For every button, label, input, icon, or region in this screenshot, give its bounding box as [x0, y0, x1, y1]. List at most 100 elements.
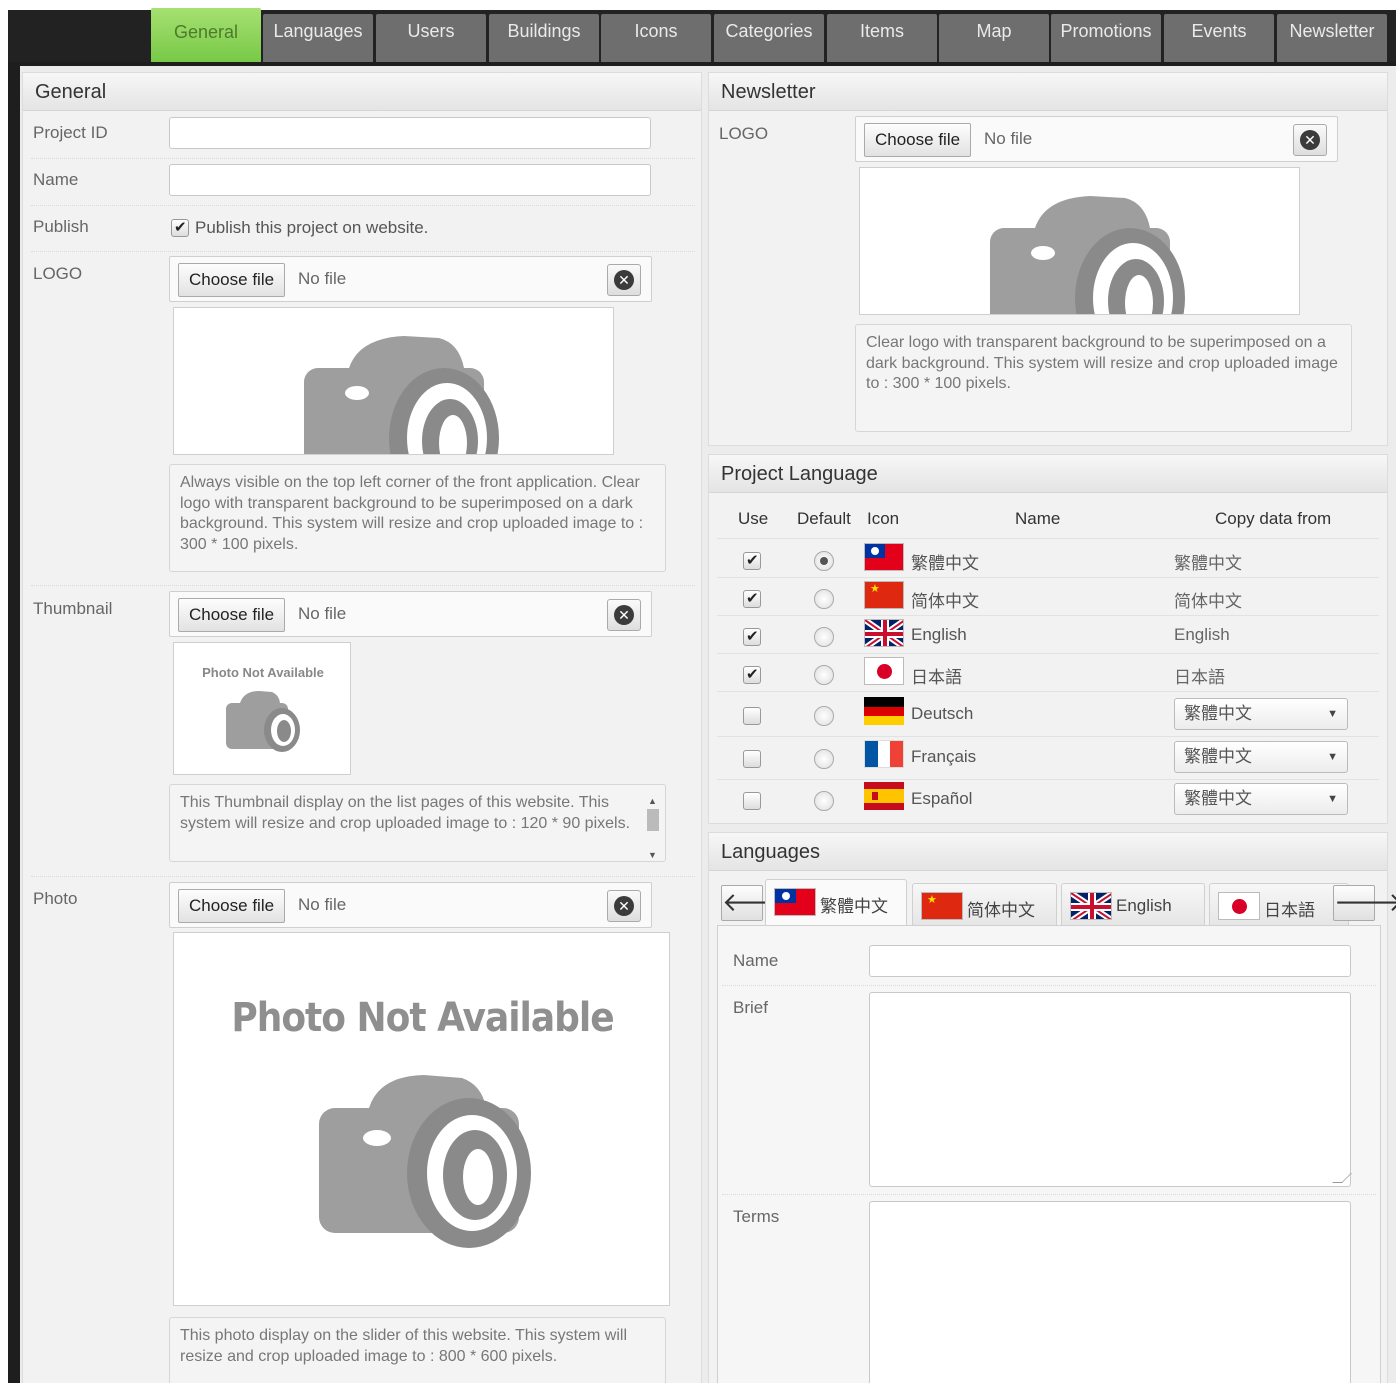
photo-choose-file-button[interactable]: Choose file: [178, 889, 286, 923]
copy-from-value: 繁體中文: [1174, 554, 1242, 573]
divider: [31, 251, 695, 252]
scroll-down-icon[interactable]: ▼: [648, 845, 657, 866]
newsletter-logo-label: LOGO: [719, 124, 769, 143]
divider: [31, 876, 695, 877]
lang-tab-english[interactable]: English: [1061, 883, 1205, 925]
newsletter-logo-file-input: Choose file No file ✕: [855, 116, 1338, 162]
tab-events[interactable]: Events: [1164, 14, 1274, 62]
lang-name-input[interactable]: [869, 945, 1351, 977]
divider: [717, 736, 1379, 737]
project-language-panel-title: Project Language: [709, 455, 1387, 493]
thumbnail-help-content: This Thumbnail display on the list pages…: [180, 794, 631, 832]
lang-tab-label: English: [1116, 896, 1172, 915]
logo-choose-file-button[interactable]: Choose file: [178, 263, 286, 297]
publish-text: Publish this project on website.: [195, 218, 429, 237]
logo-clear-button[interactable]: ✕: [607, 264, 641, 296]
divider: [31, 205, 695, 206]
default-radio[interactable]: [814, 665, 834, 685]
divider: [722, 1194, 1376, 1195]
tab-general[interactable]: General: [151, 8, 261, 62]
use-checkbox[interactable]: [743, 792, 761, 810]
general-panel-title: General: [23, 73, 701, 111]
resize-grip[interactable]: [1332, 1173, 1352, 1183]
use-checkbox[interactable]: [743, 707, 761, 725]
newsletter-logo-no-file-text: No file: [984, 129, 1033, 148]
tab-icons[interactable]: Icons: [601, 14, 711, 62]
use-checkbox[interactable]: [743, 627, 761, 646]
brief-textarea[interactable]: [869, 992, 1352, 1187]
help-scrollbar[interactable]: ▲ ▼: [645, 791, 661, 860]
camera-icon: [226, 691, 300, 752]
use-checkbox[interactable]: [743, 551, 761, 570]
divider: [717, 779, 1379, 780]
photo-preview-image: Photo Not Available: [173, 932, 670, 1306]
copy-from-select[interactable]: 繁體中文 ▼: [1174, 741, 1348, 773]
languages-panel-title: Languages: [709, 833, 1387, 871]
newsletter-panel: Newsletter LOGO Choose file No file ✕ Cl…: [708, 72, 1388, 446]
col-header-name: Name: [1015, 509, 1061, 528]
logo-label: LOGO: [33, 264, 83, 283]
lang-tab-simplified-chinese[interactable]: ★ 简体中文: [912, 883, 1057, 925]
language-name: English: [911, 625, 967, 644]
publish-checkbox[interactable]: [171, 218, 189, 237]
newsletter-panel-title: Newsletter: [709, 73, 1387, 111]
name-input[interactable]: [169, 164, 651, 196]
tab-users[interactable]: Users: [376, 14, 486, 62]
default-radio[interactable]: [814, 589, 834, 609]
copy-from-select[interactable]: 繁體中文 ▼: [1174, 698, 1348, 730]
lang-tab-traditional-chinese[interactable]: 繁體中文: [765, 879, 907, 925]
tab-categories[interactable]: Categories: [714, 14, 824, 62]
divider: [717, 577, 1379, 578]
tab-scroll-left-button[interactable]: 🡐: [721, 885, 792, 921]
photo-no-file-text: No file: [298, 895, 347, 914]
newsletter-logo-preview-image: [859, 167, 1300, 315]
content-area: General Project ID Name Publish Publish …: [20, 66, 1396, 1383]
tab-map[interactable]: Map: [939, 14, 1049, 62]
col-header-copy-from: Copy data from: [1215, 509, 1332, 528]
col-header-icon: Icon: [867, 509, 900, 528]
publish-label: Publish: [33, 217, 89, 236]
thumbnail-choose-file-button[interactable]: Choose file: [178, 598, 286, 632]
default-radio[interactable]: [814, 749, 834, 769]
terms-textarea[interactable]: [869, 1201, 1351, 1383]
copy-from-select[interactable]: 繁體中文 ▼: [1174, 783, 1348, 815]
language-name: 日本語: [911, 668, 962, 687]
divider: [717, 691, 1379, 692]
lang-tab-label: 日本語: [1264, 901, 1315, 920]
tab-promotions[interactable]: Promotions: [1051, 14, 1161, 62]
copy-from-selected: 繁體中文: [1184, 789, 1252, 808]
project-id-input[interactable]: [169, 117, 651, 149]
use-checkbox[interactable]: [743, 589, 761, 608]
newsletter-logo-clear-button[interactable]: ✕: [1293, 124, 1327, 156]
newsletter-logo-choose-file-button[interactable]: Choose file: [864, 123, 972, 157]
copy-from-value: 简体中文: [1174, 592, 1242, 611]
photo-help-text: This photo display on the slider of this…: [169, 1317, 666, 1383]
default-radio[interactable]: [814, 706, 834, 726]
thumbnail-label: Thumbnail: [33, 599, 113, 618]
uk-flag-icon: [1070, 892, 1112, 920]
tab-items[interactable]: Items: [827, 14, 937, 62]
language-name: Deutsch: [911, 704, 974, 723]
default-radio[interactable]: [814, 627, 834, 647]
tab-newsletter[interactable]: Newsletter: [1277, 14, 1387, 62]
copy-from-selected: 繁體中文: [1184, 747, 1252, 766]
tab-scroll-right-button[interactable]: 🡒: [1333, 885, 1396, 921]
use-checkbox[interactable]: [743, 750, 761, 768]
tab-languages[interactable]: Languages: [263, 14, 373, 62]
use-checkbox[interactable]: [743, 665, 761, 684]
scroll-thumb[interactable]: [647, 809, 659, 831]
lang-tab-japanese[interactable]: 日本語: [1209, 883, 1349, 925]
lang-tab-label: 简体中文: [967, 901, 1035, 920]
thumbnail-no-file-text: No file: [298, 604, 347, 623]
default-radio[interactable]: [814, 551, 834, 571]
default-radio[interactable]: [814, 791, 834, 811]
lang-tab-label: 繁體中文: [820, 897, 888, 916]
language-name: 繁體中文: [911, 554, 979, 573]
thumbnail-clear-button[interactable]: ✕: [607, 599, 641, 631]
tab-buildings[interactable]: Buildings: [489, 14, 599, 62]
germany-flag-icon: [864, 697, 904, 725]
language-name: Español: [911, 789, 973, 808]
project-id-label: Project ID: [33, 123, 108, 142]
france-flag-icon: [864, 740, 904, 768]
photo-clear-button[interactable]: ✕: [607, 890, 641, 922]
